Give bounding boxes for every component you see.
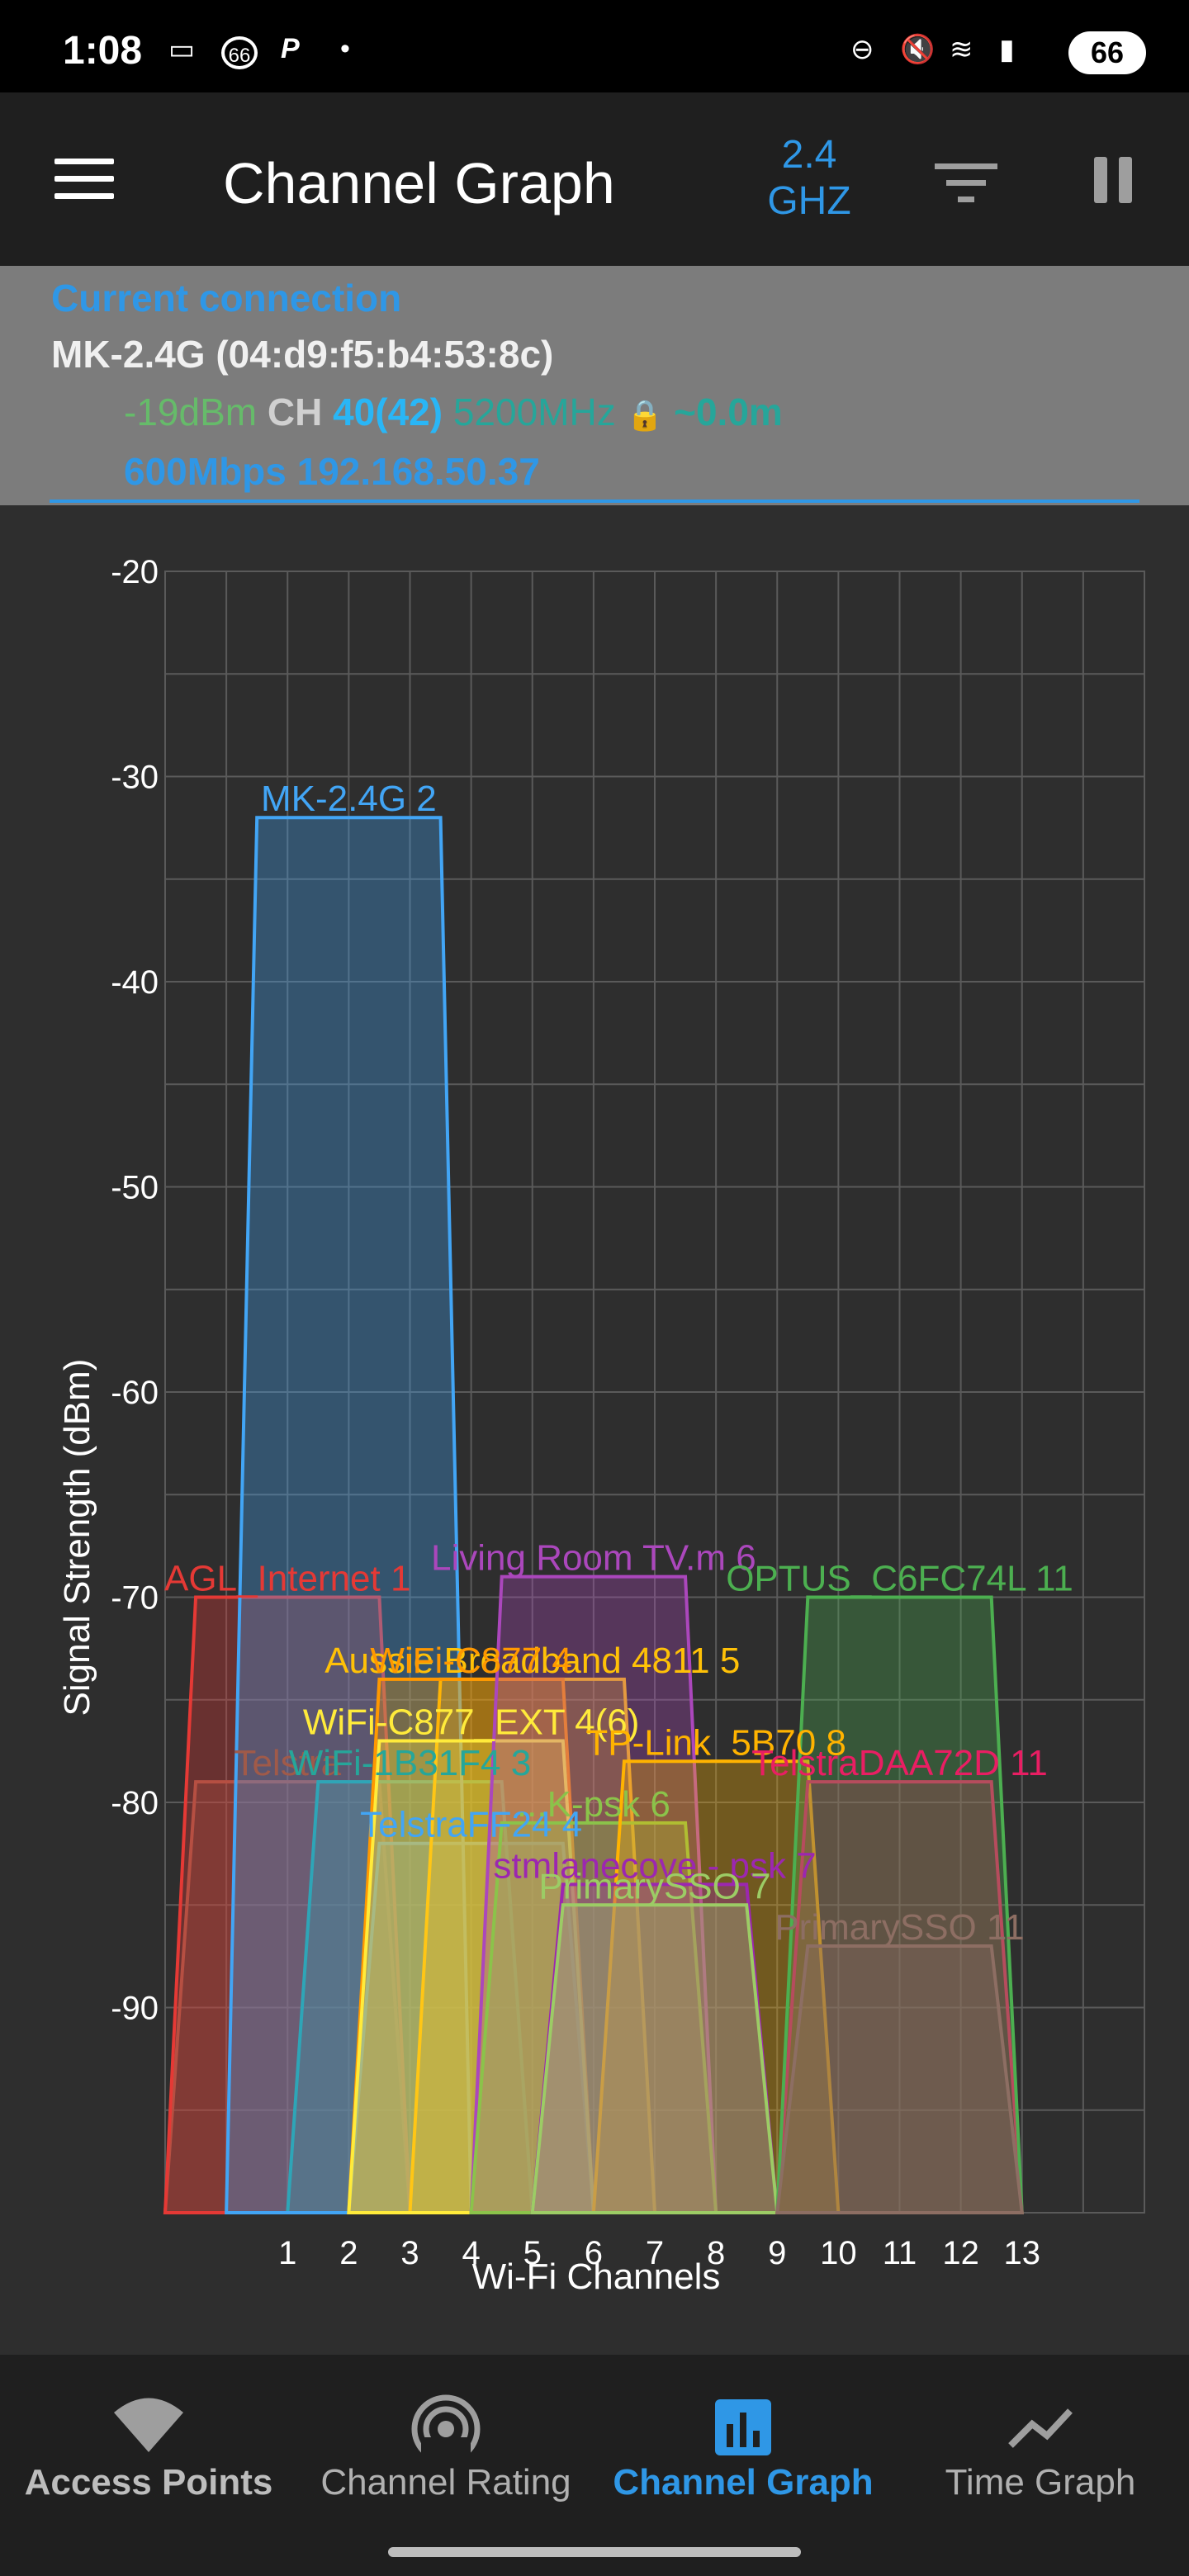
menu-icon[interactable] [54, 159, 114, 205]
network-label: AGL_Internet 1 [164, 1559, 410, 1599]
network-label: PrimarySSO 7 [538, 1866, 770, 1906]
trend-line-icon [1008, 2408, 1073, 2448]
connection-distance: ~0.0m [674, 391, 783, 433]
nav-channel-rating-label: Channel Rating [320, 2462, 571, 2503]
y-tick-label: -50 [111, 1170, 159, 1206]
network-signal-area [530, 1903, 779, 2214]
current-connection-panel: Current connection MK-2.4G (04:d9:f5:b4:… [0, 266, 1189, 505]
network-label: WiFi-C877 4 [370, 1641, 572, 1681]
bottom-navigation: Access Points Channel Rating Channel Gra… [0, 2355, 1189, 2576]
chart-x-axis-label: Wi-Fi Channels [472, 2256, 721, 2297]
y-tick-label: -60 [111, 1375, 159, 1411]
network-label: WiFi-1B31F4 3 [289, 1743, 531, 1783]
status-bar: 1:08 ▭ 66 P • ⊖ 🔇 ≋ ▮ 66 [0, 0, 1189, 92]
connection-channel: 40(42) [333, 391, 443, 433]
voicemail-icon: ▭ [168, 34, 196, 65]
paypal-icon: P [281, 33, 300, 64]
network-signal-area [775, 1944, 1024, 2214]
band-value: 2.4 [781, 133, 837, 177]
status-time: 1:08 [63, 29, 143, 73]
connection-details: -19dBm CH 40(42) 5200MHz 🔒 ~0.0m [124, 390, 783, 434]
connection-heading: Current connection [51, 277, 402, 320]
page-title: Channel Graph [223, 151, 615, 215]
connection-signal: -19dBm [124, 391, 258, 433]
x-tick-label: 11 [883, 2235, 917, 2271]
x-tick-label: 3 [400, 2235, 419, 2271]
lock-icon: 🔒 [626, 398, 664, 432]
network-label: MK-2.4G 2 [261, 779, 437, 819]
filter-icon[interactable] [933, 159, 999, 208]
dot-icon: • [340, 33, 350, 64]
signal-icon: ▮ [999, 34, 1015, 65]
dnd-icon: ⊖ [850, 34, 874, 65]
nav-time-graph[interactable]: Time Graph [892, 2355, 1189, 2576]
x-tick-label: 2 [339, 2235, 358, 2271]
chart-y-axis-label: Signal Strength (dBm) [57, 1359, 97, 1717]
network-label: OPTUS_C6FC74L 11 [726, 1559, 1073, 1599]
x-tick-label: 10 [820, 2235, 857, 2271]
y-tick-label: -80 [111, 1785, 159, 1821]
network-label: Living Room TV.m 6 [431, 1538, 756, 1579]
x-tick-label: 1 [278, 2235, 296, 2271]
pause-icon[interactable] [1094, 157, 1135, 206]
y-tick-label: -40 [111, 964, 159, 1001]
connection-frequency: 5200MHz [452, 391, 616, 433]
battery-icon: 66 [1068, 31, 1146, 74]
x-tick-label: 12 [942, 2235, 979, 2271]
wifi-status-icon: ≋ [950, 34, 973, 65]
x-tick-label: 13 [1004, 2235, 1041, 2271]
x-tick-label: 9 [768, 2235, 786, 2271]
app-bar: Channel Graph 2.4 GHZ [0, 92, 1189, 266]
y-tick-label: -90 [111, 1991, 159, 2027]
home-indicator[interactable] [388, 2547, 801, 2557]
y-tick-label: -70 [111, 1580, 159, 1617]
connection-ch-label: CH [267, 391, 323, 433]
nav-time-graph-label: Time Graph [945, 2462, 1136, 2503]
mute-icon: 🔇 [900, 34, 936, 65]
chart-y-ticks: -20 -30 -40 -50 -60 -70 -80 -90 [111, 554, 159, 2027]
nav-channel-graph[interactable]: Channel Graph [594, 2355, 892, 2576]
y-tick-label: -30 [111, 760, 159, 796]
connection-divider [50, 500, 1139, 503]
broadcast-icon [411, 2394, 481, 2462]
bar-chart-icon [715, 2399, 771, 2455]
channel-graph-chart: TelstraAGL_Internet 1WiFi-1B31F4 3MK-2.4… [57, 554, 1145, 2297]
network-label: ...K-psk 6 [517, 1784, 670, 1825]
nav-access-points[interactable]: Access Points [0, 2355, 297, 2576]
connection-ssid: MK-2.4G (04:d9:f5:b4:53:8c) [51, 333, 554, 376]
wifi-icon [114, 2398, 183, 2452]
nav-channel-graph-label: Channel Graph [613, 2462, 874, 2503]
band-toggle-button[interactable]: 2.4 GHZ [760, 132, 859, 225]
band-unit: GHZ [767, 179, 851, 223]
network-label: TelstraDAA72D 11 [751, 1743, 1048, 1783]
y-tick-label: -20 [111, 554, 159, 590]
nav-channel-rating[interactable]: Channel Rating [297, 2355, 594, 2576]
nav-access-points-label: Access Points [24, 2462, 273, 2503]
badge-icon: 66 [221, 36, 258, 69]
network-label: PrimarySSO 11 [775, 1907, 1024, 1948]
connection-rate-ip: 600Mbps 192.168.50.37 [124, 450, 540, 493]
